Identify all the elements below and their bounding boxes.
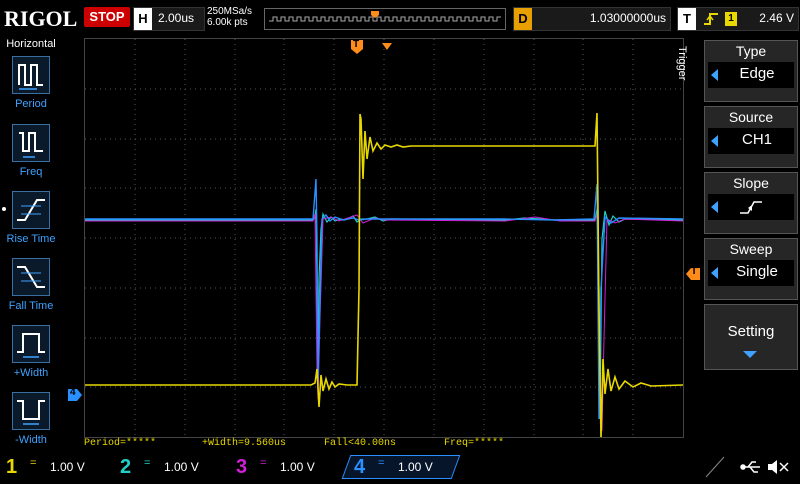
trigger-slope-value-box[interactable] <box>708 194 794 220</box>
trigger-sweep-value-box[interactable]: Single <box>708 260 794 286</box>
ch1-status[interactable]: 1 = 1.00 V <box>6 455 114 479</box>
ch3-coupling-icon: = <box>260 457 267 469</box>
trigger-setting-title: Setting <box>727 323 775 340</box>
timebase-value: 2.00us <box>158 11 195 25</box>
ch3-status[interactable]: 3 = 1.00 V <box>236 455 344 479</box>
ch4-number: 4 <box>354 456 366 478</box>
rising-slope-icon <box>740 201 762 214</box>
chevron-down-icon <box>743 351 757 358</box>
delay-value: 1.03000000us <box>589 11 666 25</box>
trigger-setting-button[interactable]: Setting <box>704 304 798 370</box>
freq-button[interactable] <box>12 124 50 162</box>
trigger-type-title: Type <box>735 43 767 59</box>
system-status-icons <box>705 456 789 478</box>
trigger-source-value-box[interactable]: CH1 <box>708 128 794 154</box>
ch2-number: 2 <box>120 456 132 478</box>
graticule-grid <box>85 39 683 437</box>
neg-width-button[interactable] <box>12 392 50 430</box>
ch1-number: 1 <box>6 456 18 478</box>
neg-width-icon <box>17 400 45 425</box>
memory-waveform-icon <box>269 11 501 22</box>
trigger-source-badge: 1 <box>725 12 737 26</box>
trigger-sweep-group[interactable]: Sweep Single <box>704 238 798 300</box>
trigger-sweep-value: Single <box>736 263 778 280</box>
selection-dot <box>2 207 6 211</box>
rise-time-label: Rise Time <box>6 233 56 245</box>
ch1-coupling-icon: = <box>30 457 37 469</box>
memory-overview-strip[interactable] <box>264 8 506 30</box>
period-measurement: Period=***** <box>84 438 157 449</box>
measurement-readout-row: Period=***** +Width=9.560us Fall<40.00ns… <box>84 438 684 452</box>
rise-time-button[interactable] <box>12 191 50 229</box>
left-panel-title: Horizontal <box>6 38 56 50</box>
run-stop-status[interactable]: STOP <box>84 7 130 27</box>
trigger-type-group[interactable]: Type Edge <box>704 40 798 102</box>
memory-depth: 6.00k pts <box>207 17 248 28</box>
ch3-scale: 1.00 V <box>280 460 315 474</box>
fall-time-button[interactable] <box>12 258 50 296</box>
ch4-ground-marker[interactable]: 4 <box>68 387 82 401</box>
waveform-canvas <box>85 39 684 440</box>
left-arrow-icon <box>711 201 718 213</box>
period-icon <box>18 64 43 90</box>
trigger-menu-label: Trigger <box>676 46 688 81</box>
trigger-level-marker[interactable]: T <box>686 266 700 280</box>
pos-width-measurement: +Width=9.560us <box>202 438 287 449</box>
trigger-type-value-box[interactable]: Edge <box>708 62 794 88</box>
usb-icon <box>740 461 760 473</box>
trigger-source-title: Source <box>728 109 774 125</box>
rising-edge-icon <box>704 13 718 25</box>
left-arrow-icon <box>711 135 718 147</box>
delay-box[interactable]: D 1.03000000us <box>513 7 671 31</box>
ch4-scale: 1.00 V <box>398 460 433 474</box>
fall-time-label: Fall Time <box>8 300 54 312</box>
trigger-source-group[interactable]: Source CH1 <box>704 106 798 168</box>
ch2-scale: 1.00 V <box>164 460 199 474</box>
freq-icon <box>19 132 43 158</box>
speaker-muted-icon <box>768 460 789 474</box>
trigger-slope-group[interactable]: Slope <box>704 172 798 234</box>
trigger-source-value: CH1 <box>741 131 772 148</box>
system-status-area <box>704 455 798 479</box>
ch3-number: 3 <box>236 456 248 478</box>
rise-time-icon <box>17 199 45 221</box>
trigger-position-marker[interactable]: T <box>351 39 363 54</box>
ch2-coupling-icon: = <box>144 457 151 469</box>
freq-label: Freq <box>19 166 43 178</box>
waveform-display[interactable] <box>84 38 684 440</box>
trigger-slope-title: Slope <box>733 175 769 191</box>
trigger-type-value: Edge <box>739 65 775 82</box>
left-arrow-icon <box>711 267 718 279</box>
trigger-sweep-title: Sweep <box>729 241 773 257</box>
ch2-status[interactable]: 2 = 1.00 V <box>120 455 228 479</box>
period-label: Period <box>15 98 47 110</box>
delay-offset-marker <box>382 38 392 50</box>
horizontal-key: H <box>134 8 152 30</box>
left-arrow-icon <box>711 69 718 81</box>
trigger-key: T <box>678 8 696 30</box>
fall-time-icon <box>17 266 45 288</box>
sample-rate-readout: 250MSa/s 6.00k pts <box>207 6 252 28</box>
freq-measurement: Freq=***** <box>444 438 505 449</box>
pos-width-label: +Width <box>13 367 49 379</box>
ch4-coupling-icon: = <box>378 457 385 469</box>
delay-arrow-icon <box>382 43 392 50</box>
trigger-status-box[interactable]: T 1 2.46 V <box>677 7 799 31</box>
ch1-scale: 1.00 V <box>50 460 85 474</box>
delay-key: D <box>514 8 532 30</box>
brand-logo: RIGOL <box>4 6 78 31</box>
period-button[interactable] <box>12 56 50 94</box>
fall-time-measurement: Fall<40.00ns <box>324 438 397 449</box>
ch4-status[interactable]: 4 = 1.00 V <box>354 455 454 479</box>
pos-width-button[interactable] <box>12 325 50 363</box>
horizontal-timebase-box[interactable]: H 2.00us <box>133 7 205 31</box>
trigger-level-value: 2.46 V <box>759 11 794 25</box>
neg-width-label: -Width <box>15 434 47 446</box>
sample-rate: 250MSa/s <box>207 6 253 17</box>
pos-width-icon <box>17 333 45 358</box>
